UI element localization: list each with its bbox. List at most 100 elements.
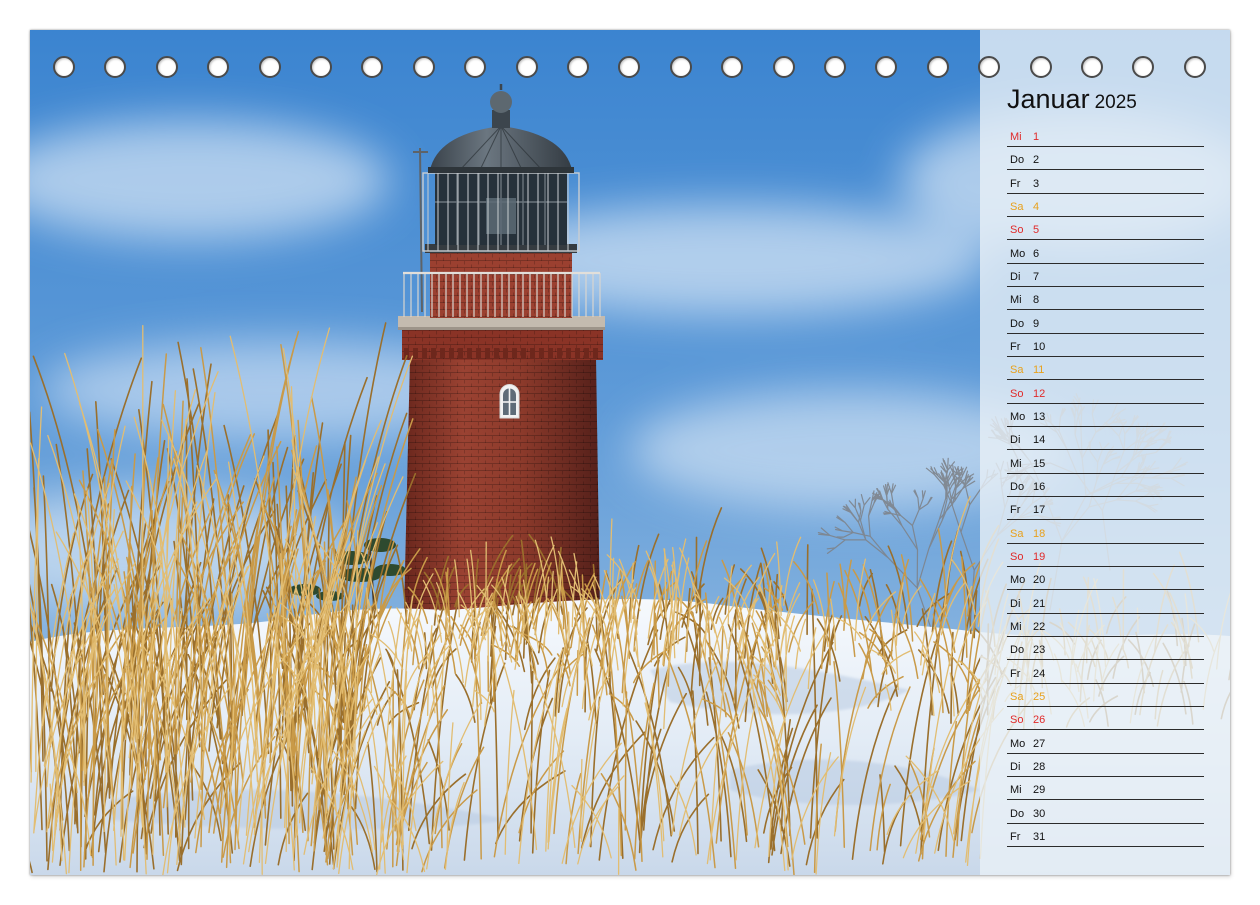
weekday-label: Do	[1010, 154, 1025, 167]
day-number: 25	[1033, 690, 1046, 703]
day-number: 20	[1033, 574, 1046, 587]
corbel-dentil	[440, 348, 445, 358]
calendar-row: Di 21	[1007, 593, 1204, 614]
corbel-dentil	[521, 348, 526, 358]
weekday-label: Mi	[1010, 620, 1022, 633]
calendar-row: Do 9	[1007, 313, 1204, 334]
day-number: 11	[1033, 364, 1045, 377]
weekday-label: Mi	[1010, 131, 1022, 143]
corbel-dentil	[593, 348, 598, 358]
calendar-row: Mo 20	[1007, 569, 1204, 591]
calendar-row: Do 16	[1007, 476, 1204, 497]
corbel-dentil	[503, 348, 508, 358]
weekday-label: Do	[1010, 644, 1025, 657]
day-number: 27	[1033, 737, 1046, 750]
calendar-row: Mi 22	[1007, 616, 1204, 637]
weekday-label: Mo	[1010, 574, 1026, 587]
calendar-row: Mi 1	[1007, 126, 1204, 147]
calendar-row: So 26	[1007, 709, 1204, 731]
calendar-row: Do 23	[1007, 639, 1204, 661]
weekday-label: So	[1010, 714, 1024, 727]
weekday-label: Sa	[1010, 364, 1024, 377]
day-number: 6	[1033, 247, 1040, 260]
corbel-dentil	[548, 348, 553, 358]
weekday-label: So	[1010, 224, 1024, 237]
corbel-dentil	[449, 348, 454, 358]
day-number: 19	[1033, 550, 1046, 563]
corbel-dentil	[584, 348, 589, 358]
weekday-label: So	[1010, 550, 1024, 563]
corbel-dentil	[485, 348, 490, 358]
calendar-row: So 19	[1007, 546, 1204, 567]
year: 2025	[1094, 92, 1137, 113]
calendar-row: Mi 8	[1007, 289, 1204, 311]
calendar-sidebar: Januar 2025 Mi 1 Do 2 Fr 3 Sa 4 So 5 Mo 6 Di 7 Mi 8 Do 9 Fr…	[980, 30, 1230, 875]
corbel-dentil	[422, 348, 427, 358]
calendar-row: Sa 4	[1007, 196, 1204, 217]
weekday-label: Mo	[1010, 410, 1026, 423]
day-number: 14	[1033, 434, 1046, 447]
corbel-dentil	[494, 348, 499, 358]
tower-window	[499, 384, 520, 419]
calendar-row: Mo 13	[1007, 406, 1204, 427]
calendar-row: Sa 25	[1007, 686, 1204, 707]
calendar-row: Mi 29	[1007, 779, 1204, 801]
corbel-dentil	[539, 348, 544, 358]
calendar-row: Mo 6	[1007, 243, 1204, 264]
day-number: 31	[1033, 830, 1046, 843]
corbel-dentil	[476, 348, 481, 358]
corbel-dentil	[458, 348, 463, 358]
calendar-row: Di 28	[1007, 756, 1204, 777]
day-number: 9	[1033, 317, 1040, 330]
weekday-label: So	[1010, 387, 1024, 400]
calendar-row: Fr 3	[1007, 173, 1204, 194]
day-number: 22	[1033, 620, 1046, 633]
weekday-label: Mo	[1010, 247, 1026, 260]
calendar-row: Sa 11	[1007, 359, 1204, 381]
weekday-label: Di	[1010, 760, 1021, 773]
weekday-label: Di	[1010, 270, 1021, 283]
calendar-row: Fr 10	[1007, 336, 1204, 357]
calendar-title: Januar 2025	[1007, 84, 1137, 115]
month-name: Januar	[1007, 84, 1090, 114]
corbel-dentil	[530, 348, 535, 358]
day-number: 13	[1033, 410, 1046, 423]
calendar-row: Di 14	[1007, 429, 1204, 451]
corbel-dentil	[467, 348, 472, 358]
weekday-label: Do	[1010, 317, 1025, 330]
weekday-label: Fr	[1010, 340, 1021, 353]
day-number: 7	[1033, 270, 1040, 283]
weekday-label: Do	[1010, 807, 1025, 820]
calendar-row: Do 2	[1007, 149, 1204, 171]
weekday-label: Mi	[1010, 457, 1022, 470]
day-number: 24	[1033, 667, 1046, 680]
day-number: 29	[1033, 784, 1046, 797]
weekday-label: Mi	[1010, 784, 1022, 797]
weekday-label: Di	[1010, 597, 1021, 610]
day-number: 2	[1033, 154, 1040, 167]
weekday-label: Sa	[1010, 527, 1024, 540]
corbel-dentil	[575, 348, 580, 358]
corbel-dentil	[512, 348, 517, 358]
weekday-label: Di	[1010, 434, 1021, 447]
calendar-page: Januar 2025 Mi 1 Do 2 Fr 3 Sa 4 So 5 Mo 6 Di 7 Mi 8 Do 9 Fr…	[30, 30, 1230, 875]
weekday-label: Mo	[1010, 737, 1026, 750]
day-number: 26	[1033, 714, 1046, 727]
day-number: 18	[1033, 527, 1046, 540]
calendar-row: So 5	[1007, 219, 1204, 241]
day-number: 15	[1033, 457, 1046, 470]
weekday-label: Do	[1010, 480, 1025, 493]
day-number: 4	[1033, 200, 1040, 213]
calendar-row: Fr 17	[1007, 499, 1204, 521]
weekday-label: Mi	[1010, 294, 1022, 307]
day-number: 3	[1033, 177, 1040, 190]
corbel-dentil	[413, 348, 418, 358]
weekday-label: Sa	[1010, 690, 1024, 703]
calendar-row: Mi 15	[1007, 453, 1204, 474]
weekday-label: Fr	[1010, 504, 1021, 517]
day-number: 16	[1033, 480, 1046, 493]
dome-ball	[490, 91, 512, 113]
day-number: 21	[1033, 597, 1046, 610]
calendar-row: So 12	[1007, 383, 1204, 404]
calendar-row: Sa 18	[1007, 523, 1204, 544]
